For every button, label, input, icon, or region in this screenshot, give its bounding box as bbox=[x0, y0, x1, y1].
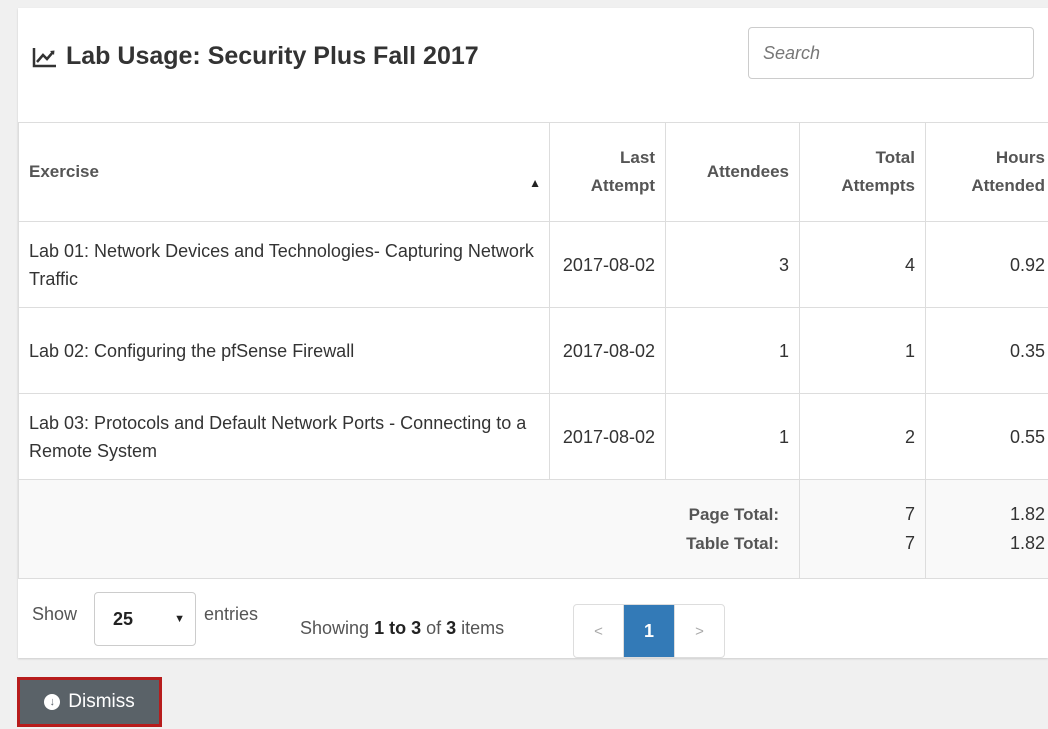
column-header-hours-attended[interactable]: Hours Attended bbox=[925, 122, 1048, 222]
column-label: Hours Attended bbox=[971, 148, 1045, 195]
page-title: Lab Usage: Security Plus Fall 2017 bbox=[32, 42, 479, 71]
table-header-row: Exercise ▲ Last Attempt Attendees Total … bbox=[18, 122, 1048, 222]
pagination: < 1 > bbox=[573, 604, 725, 658]
cell-exercise: Lab 01: Network Devices and Technologies… bbox=[18, 221, 550, 308]
cell-total-attempts: 4 bbox=[799, 221, 926, 308]
entries-label: entries bbox=[204, 604, 259, 624]
cell-exercise: Lab 02: Configuring the pfSense Firewall bbox=[18, 307, 550, 394]
entries-per-page-select[interactable]: 25 ▼ bbox=[94, 592, 196, 646]
column-header-last-attempt[interactable]: Last Attempt bbox=[549, 122, 666, 222]
cell-hours-attended: 0.55 bbox=[925, 393, 1048, 480]
showing-of: of bbox=[426, 618, 442, 638]
showing-range: 1 to 3 bbox=[374, 618, 422, 638]
cell-exercise: Lab 03: Protocols and Default Network Po… bbox=[18, 393, 550, 480]
dismiss-button[interactable]: ↓ Dismiss bbox=[17, 677, 162, 727]
column-label: Attendees bbox=[706, 162, 789, 181]
pager-next-button[interactable]: > bbox=[674, 605, 724, 657]
table-total-hours: 1.82 bbox=[1009, 533, 1045, 553]
lab-usage-table: Exercise ▲ Last Attempt Attendees Total … bbox=[18, 122, 1048, 579]
showing-count: 3 bbox=[446, 618, 457, 638]
column-header-exercise[interactable]: Exercise ▲ bbox=[18, 122, 550, 222]
cell-last-attempt: 2017-08-02 bbox=[549, 221, 666, 308]
arrow-circle-down-icon: ↓ bbox=[44, 694, 61, 710]
sort-ascending-icon: ▲ bbox=[529, 176, 541, 190]
pager-prev-button[interactable]: < bbox=[574, 605, 624, 657]
page-total-hours: 1.82 bbox=[1009, 504, 1045, 524]
column-label: Total Attempts bbox=[841, 148, 915, 195]
cell-total-attempts: 1 bbox=[799, 307, 926, 394]
showing-prefix: Showing bbox=[300, 618, 370, 638]
table-row[interactable]: Lab 03: Protocols and Default Network Po… bbox=[18, 393, 1048, 480]
lab-usage-panel: Lab Usage: Security Plus Fall 2017 Exerc… bbox=[18, 8, 1048, 658]
table-total-attempts: 7 bbox=[904, 533, 915, 553]
entries-value: 25 bbox=[113, 608, 134, 629]
column-header-attendees[interactable]: Attendees bbox=[665, 122, 800, 222]
cell-attendees: 1 bbox=[665, 393, 800, 480]
caret-down-icon: ▼ bbox=[174, 613, 185, 625]
cell-hours-attended: 0.92 bbox=[925, 221, 1048, 308]
table-total-label: Table Total: bbox=[686, 534, 779, 553]
table-row[interactable]: Lab 01: Network Devices and Technologies… bbox=[18, 221, 1048, 308]
table-footer: Show 25 ▼ entries Showing 1 to 3 of 3 it… bbox=[18, 588, 1048, 658]
totals-row: Page Total: Table Total: 7 7 1.82 1.82 bbox=[18, 479, 1048, 579]
column-label: Exercise bbox=[29, 162, 99, 181]
totals-labels-cell: Page Total: Table Total: bbox=[18, 479, 800, 579]
dismiss-label: Dismiss bbox=[68, 691, 135, 712]
search-input[interactable] bbox=[748, 27, 1034, 79]
line-chart-icon bbox=[32, 46, 58, 68]
pager-page-button[interactable]: 1 bbox=[624, 605, 674, 657]
totals-hours-cell: 1.82 1.82 bbox=[925, 479, 1048, 579]
show-label: Show bbox=[32, 604, 78, 624]
cell-attendees: 1 bbox=[665, 307, 800, 394]
page-title-text: Lab Usage: Security Plus Fall 2017 bbox=[66, 42, 479, 70]
totals-attempts-cell: 7 7 bbox=[799, 479, 926, 579]
showing-suffix: items bbox=[461, 618, 505, 638]
cell-last-attempt: 2017-08-02 bbox=[549, 307, 666, 394]
cell-hours-attended: 0.35 bbox=[925, 307, 1048, 394]
page-total-label: Page Total: bbox=[688, 505, 779, 524]
cell-last-attempt: 2017-08-02 bbox=[549, 393, 666, 480]
cell-total-attempts: 2 bbox=[799, 393, 926, 480]
page-total-attempts: 7 bbox=[904, 504, 915, 524]
column-label: Last Attempt bbox=[590, 148, 655, 195]
cell-attendees: 3 bbox=[665, 221, 800, 308]
showing-info: Showing 1 to 3 of 3 items bbox=[300, 618, 504, 639]
column-header-total-attempts[interactable]: Total Attempts bbox=[799, 122, 926, 222]
table-row[interactable]: Lab 02: Configuring the pfSense Firewall… bbox=[18, 307, 1048, 394]
